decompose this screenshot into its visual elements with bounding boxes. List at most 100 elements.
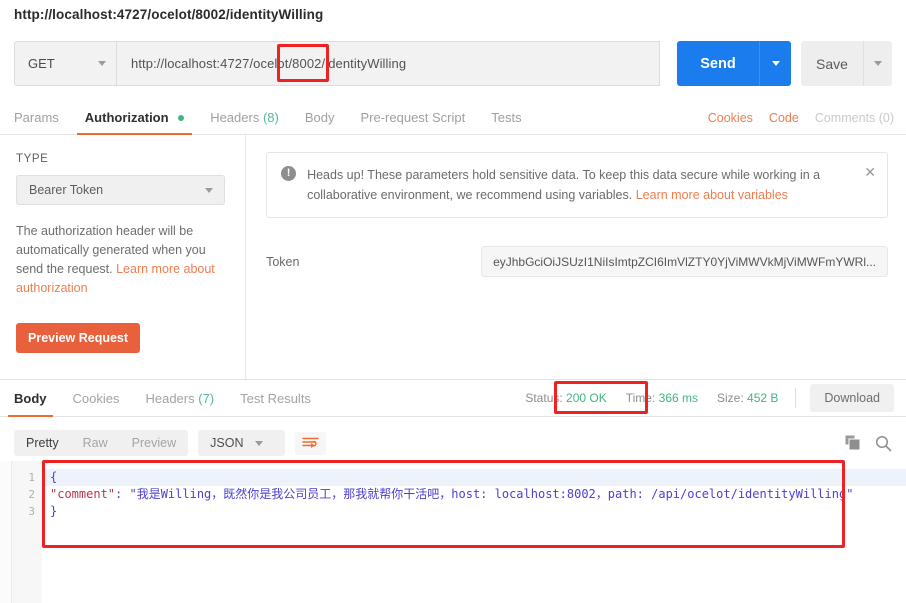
- auth-description: The authorization header will be automat…: [16, 222, 225, 298]
- url-input-value: http://localhost:4727/ocelot/8002/identi…: [131, 56, 407, 71]
- response-tab-headers-count: (7): [198, 391, 215, 406]
- status-value: 200 OK: [566, 391, 607, 405]
- response-tab-test-results[interactable]: Test Results: [240, 380, 311, 416]
- save-options-button[interactable]: [863, 41, 892, 86]
- request-tab-actions: Cookies Code Comments (0): [692, 111, 906, 134]
- response-tab-test-results-label: Test Results: [240, 391, 311, 406]
- token-input-value: eyJhbGciOiJSUzI1NiIsImtpZCI6ImVlZTY0YjVi…: [493, 254, 876, 269]
- body-action-icons: [845, 435, 906, 452]
- tab-authorization-label: Authorization: [84, 110, 169, 125]
- page-title: http://localhost:4727/ocelot/8002/identi…: [14, 6, 324, 22]
- auth-type-value: Bearer Token: [29, 183, 104, 197]
- auth-type-label: TYPE: [16, 153, 49, 165]
- format-value: JSON: [210, 436, 244, 450]
- auth-type-select[interactable]: Bearer Token: [16, 175, 226, 205]
- line-number: 3: [28, 505, 35, 518]
- tab-params[interactable]: Params: [14, 110, 59, 134]
- cookies-link[interactable]: Cookies: [708, 111, 753, 134]
- json-colon: :: [115, 487, 130, 501]
- json-code-area[interactable]: { "comment": "我是Willing，既然你是我公司员工，那我就帮你干…: [42, 461, 906, 603]
- warning-icon: !: [281, 166, 297, 181]
- chevron-down-icon: [771, 61, 780, 66]
- tab-headers[interactable]: Headers (8): [210, 110, 279, 134]
- response-tab-headers[interactable]: Headers (7): [145, 380, 214, 416]
- response-body-toolbar: Pretty Raw Preview JSON: [0, 425, 906, 461]
- status-badge: Status: 200 OK: [525, 391, 606, 405]
- send-button[interactable]: Send: [677, 41, 759, 86]
- tab-headers-label: Headers: [210, 110, 260, 125]
- size-value: 452 B: [747, 391, 779, 405]
- tab-headers-count: (8): [262, 110, 279, 125]
- tab-pre-request-script-label: Pre-request Script: [360, 110, 466, 125]
- comments-link[interactable]: Comments (0): [815, 111, 894, 134]
- format-select[interactable]: JSON: [198, 430, 286, 456]
- notice-learn-more-link[interactable]: Learn more about variables: [636, 188, 788, 202]
- close-icon[interactable]: ✕: [864, 164, 876, 181]
- request-url-row: GET http://localhost:4727/ocelot/8002/id…: [14, 41, 892, 86]
- save-button[interactable]: Save: [801, 41, 863, 86]
- size-label: Size:: [717, 391, 744, 405]
- json-line-1: {: [42, 469, 906, 486]
- json-key: "comment": [50, 487, 116, 501]
- auth-detail-column: ! Heads up! These parameters hold sensit…: [246, 135, 906, 379]
- tab-body[interactable]: Body: [305, 110, 335, 134]
- url-input[interactable]: http://localhost:4727/ocelot/8002/identi…: [117, 41, 660, 86]
- copy-icon[interactable]: [845, 435, 861, 451]
- chevron-down-icon: [205, 187, 214, 193]
- http-method-label: GET: [28, 56, 55, 71]
- json-line-3: }: [50, 504, 58, 518]
- send-button-group: Send: [677, 41, 791, 86]
- token-label: Token: [266, 254, 300, 269]
- size-badge: Size: 452 B: [717, 391, 778, 405]
- chevron-down-icon: [98, 61, 106, 66]
- send-options-button[interactable]: [759, 41, 791, 86]
- time-badge: Time: 366 ms: [626, 391, 698, 405]
- response-tab-cookies-label: Cookies: [72, 391, 120, 406]
- wrap-lines-button[interactable]: [295, 431, 327, 455]
- postman-window: http://localhost:4727/ocelot/8002/identi…: [0, 0, 906, 603]
- wrap-lines-icon: [302, 437, 320, 448]
- response-body-viewer: 1 2 3 { "comment": "我是Willing，既然你是我公司员工，…: [0, 461, 906, 603]
- sensitive-data-notice: ! Heads up! These parameters hold sensit…: [266, 152, 888, 218]
- tab-pre-request-script[interactable]: Pre-request Script: [360, 110, 465, 134]
- view-mode-pretty[interactable]: Pretty: [14, 430, 71, 456]
- response-tab-headers-label: Headers: [145, 391, 195, 406]
- view-mode-raw[interactable]: Raw: [71, 430, 120, 456]
- request-tab-bar: Params Authorization Headers (8) Body Pr…: [0, 100, 906, 135]
- preview-request-button[interactable]: Preview Request: [16, 323, 141, 353]
- json-value: "我是Willing，既然你是我公司员工，那我就帮你干活吧，host: loca…: [129, 487, 854, 501]
- token-input[interactable]: eyJhbGciOiJSUzI1NiIsImtpZCI6ImVlZTY0YjVi…: [481, 246, 888, 277]
- authorization-panel: TYPE Bearer Token The authorization head…: [0, 135, 906, 379]
- response-tab-body-label: Body: [14, 391, 47, 406]
- line-number-gutter: 1 2 3: [12, 461, 42, 603]
- response-tab-body[interactable]: Body: [8, 380, 52, 417]
- token-row: Token eyJhbGciOiJSUzI1NiIsImtpZCI6ImVlZT…: [266, 246, 888, 277]
- search-icon[interactable]: [875, 435, 892, 452]
- response-tab-bar: Body Cookies Headers (7) Test Results St…: [0, 379, 906, 417]
- view-mode-group: Pretty Raw Preview: [14, 430, 189, 456]
- http-method-select[interactable]: GET: [14, 41, 117, 86]
- tab-tests[interactable]: Tests: [491, 110, 521, 134]
- response-meta: Status: 200 OK Time: 366 ms Size: 452 B …: [506, 384, 906, 412]
- line-number: 2: [28, 488, 35, 501]
- code-link[interactable]: Code: [769, 111, 799, 134]
- view-mode-preview[interactable]: Preview: [120, 430, 188, 456]
- json-line-2: "comment": "我是Willing，既然你是我公司员工，那我就帮你干活吧…: [42, 486, 906, 503]
- modified-dot-icon: [178, 115, 185, 121]
- time-value: 366 ms: [658, 391, 699, 405]
- chevron-down-icon: [255, 440, 264, 446]
- tab-params-label: Params: [14, 110, 59, 125]
- line-number: 1: [28, 471, 35, 484]
- tab-tests-label: Tests: [491, 110, 522, 125]
- status-label: Status:: [525, 391, 563, 405]
- response-tab-cookies[interactable]: Cookies: [73, 380, 120, 416]
- tab-authorization[interactable]: Authorization: [76, 110, 193, 135]
- tab-body-label: Body: [304, 110, 335, 125]
- time-label: Time:: [625, 391, 656, 405]
- viewer-gutter-strip: [0, 461, 12, 603]
- download-button[interactable]: Download: [810, 384, 894, 412]
- notice-text: Heads up! These parameters hold sensitiv…: [307, 165, 847, 205]
- chevron-down-icon: [874, 61, 882, 66]
- divider: [795, 388, 797, 408]
- auth-type-column: TYPE Bearer Token The authorization head…: [0, 135, 247, 379]
